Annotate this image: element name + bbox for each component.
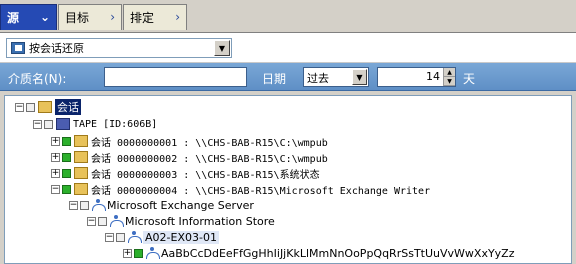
exchange-icon (110, 215, 124, 227)
tab-schedule-label: 排定 (130, 11, 155, 25)
tab-schedule[interactable]: 排定 › (123, 4, 187, 30)
checkbox[interactable] (26, 102, 35, 112)
tree-node-label: 会话 (55, 99, 81, 115)
checkbox[interactable] (134, 248, 143, 258)
session-tree: − 会话 − TAPE [ID:606B] + 会话 0000000001 : … (4, 95, 572, 264)
tree-node-label: TAPE [ID:606B] (73, 118, 158, 130)
checkbox[interactable] (62, 184, 71, 194)
session-icon (74, 183, 88, 195)
tree-node-server[interactable]: − A02-EX03-01 (105, 229, 219, 245)
collapse-icon[interactable]: − (51, 184, 60, 194)
date-mode-value: 过去 (307, 72, 329, 85)
tree-node-label: A02-EX03-01 (143, 230, 219, 244)
tree-node-label: Microsoft Exchange Server (107, 198, 254, 212)
tree-node-session[interactable]: + 会话 0000000001 : \\CHS-BAB-R15\C:\wmpub (51, 133, 328, 149)
checkbox[interactable] (116, 232, 125, 242)
collapse-icon[interactable]: − (33, 119, 42, 129)
checkbox[interactable] (62, 152, 71, 162)
checkbox[interactable] (80, 200, 89, 210)
tree-node-label: AaBbCcDdEeFfGgHhIiJjKkLlMmNnOoPpQqRrSsTt… (161, 246, 515, 260)
session-icon (74, 135, 88, 147)
restore-method-bar: 按会话还原 ▼ (0, 33, 576, 63)
chevron-right-icon: › (175, 10, 180, 24)
expand-icon[interactable]: + (51, 152, 60, 162)
tree-node-session[interactable]: + 会话 0000000003 : \\CHS-BAB-R15\系统状态 (51, 165, 320, 181)
tree-node-exchange-server[interactable]: − Microsoft Exchange Server (69, 197, 254, 213)
expand-icon[interactable]: + (51, 136, 60, 146)
session-icon (74, 151, 88, 163)
chevron-down-icon: ⌄ (39, 10, 50, 24)
tree-node-mailbox[interactable]: + AaBbCcDdEeFfGgHhIiJjKkLlMmNnOoPpQqRrSs… (123, 245, 515, 261)
days-unit-label: 天 (463, 72, 476, 86)
tab-destination-label: 目标 (65, 11, 90, 25)
collapse-icon[interactable]: − (69, 200, 78, 210)
sessions-icon (38, 101, 52, 113)
filter-bar: 介质名(N): 日期 过去 ▼ 14 ▲ ▼ 天 (0, 63, 576, 91)
checkbox[interactable] (62, 168, 71, 178)
days-value: 14 (426, 70, 440, 83)
tape-icon (56, 118, 70, 130)
spin-up-icon[interactable]: ▲ (444, 68, 455, 77)
chevron-right-icon: › (110, 10, 115, 24)
days-spinner[interactable]: 14 ▲ ▼ (377, 67, 456, 87)
date-label: 日期 (262, 72, 287, 86)
tree-node-label: Microsoft Information Store (125, 214, 275, 228)
restore-method-select[interactable]: 按会话还原 ▼ (6, 38, 232, 58)
mailbox-icon (146, 247, 160, 259)
tab-source-label: 源 (7, 11, 20, 25)
tree-node-session[interactable]: + 会话 0000000002 : \\CHS-BAB-R15\C:\wmpub (51, 149, 328, 165)
exchange-icon (92, 199, 106, 211)
tab-bar: 源 ⌄ 目标 › 排定 › (0, 0, 576, 33)
exchange-icon (128, 231, 142, 243)
restore-icon (11, 42, 25, 54)
tree-node-root[interactable]: − 会话 (15, 99, 81, 115)
date-mode-select[interactable]: 过去 ▼ (303, 67, 369, 87)
session-icon (74, 167, 88, 179)
media-name-input[interactable] (104, 67, 247, 87)
media-name-label: 介质名(N): (8, 72, 67, 86)
checkbox[interactable] (62, 136, 71, 146)
tree-node-label: 会话 0000000003 : \\CHS-BAB-R15\系统状态 (91, 169, 320, 181)
expand-icon[interactable]: + (51, 168, 60, 178)
tree-node-session[interactable]: − 会话 0000000004 : \\CHS-BAB-R15\Microsof… (51, 181, 430, 197)
dropdown-arrow-icon[interactable]: ▼ (352, 69, 367, 85)
tree-node-label: 会话 0000000004 : \\CHS-BAB-R15\Microsoft … (91, 185, 431, 197)
checkbox[interactable] (98, 216, 107, 226)
spin-buttons[interactable]: ▲ ▼ (443, 68, 455, 86)
tab-destination[interactable]: 目标 › (58, 4, 122, 30)
spin-down-icon[interactable]: ▼ (444, 77, 455, 86)
collapse-icon[interactable]: − (15, 102, 24, 112)
tree-node-label: 会话 0000000001 : \\CHS-BAB-R15\C:\wmpub (91, 137, 328, 149)
dropdown-arrow-icon[interactable]: ▼ (214, 40, 230, 56)
tab-source[interactable]: 源 ⌄ (0, 4, 57, 30)
checkbox[interactable] (44, 119, 53, 129)
collapse-icon[interactable]: − (87, 216, 96, 226)
expand-icon[interactable]: + (123, 248, 132, 258)
restore-method-value: 按会话还原 (29, 42, 84, 55)
tree-node-tape[interactable]: − TAPE [ID:606B] (33, 116, 157, 132)
tree-node-info-store[interactable]: − Microsoft Information Store (87, 213, 275, 229)
collapse-icon[interactable]: − (105, 232, 114, 242)
tree-node-label: 会话 0000000002 : \\CHS-BAB-R15\C:\wmpub (91, 153, 328, 165)
